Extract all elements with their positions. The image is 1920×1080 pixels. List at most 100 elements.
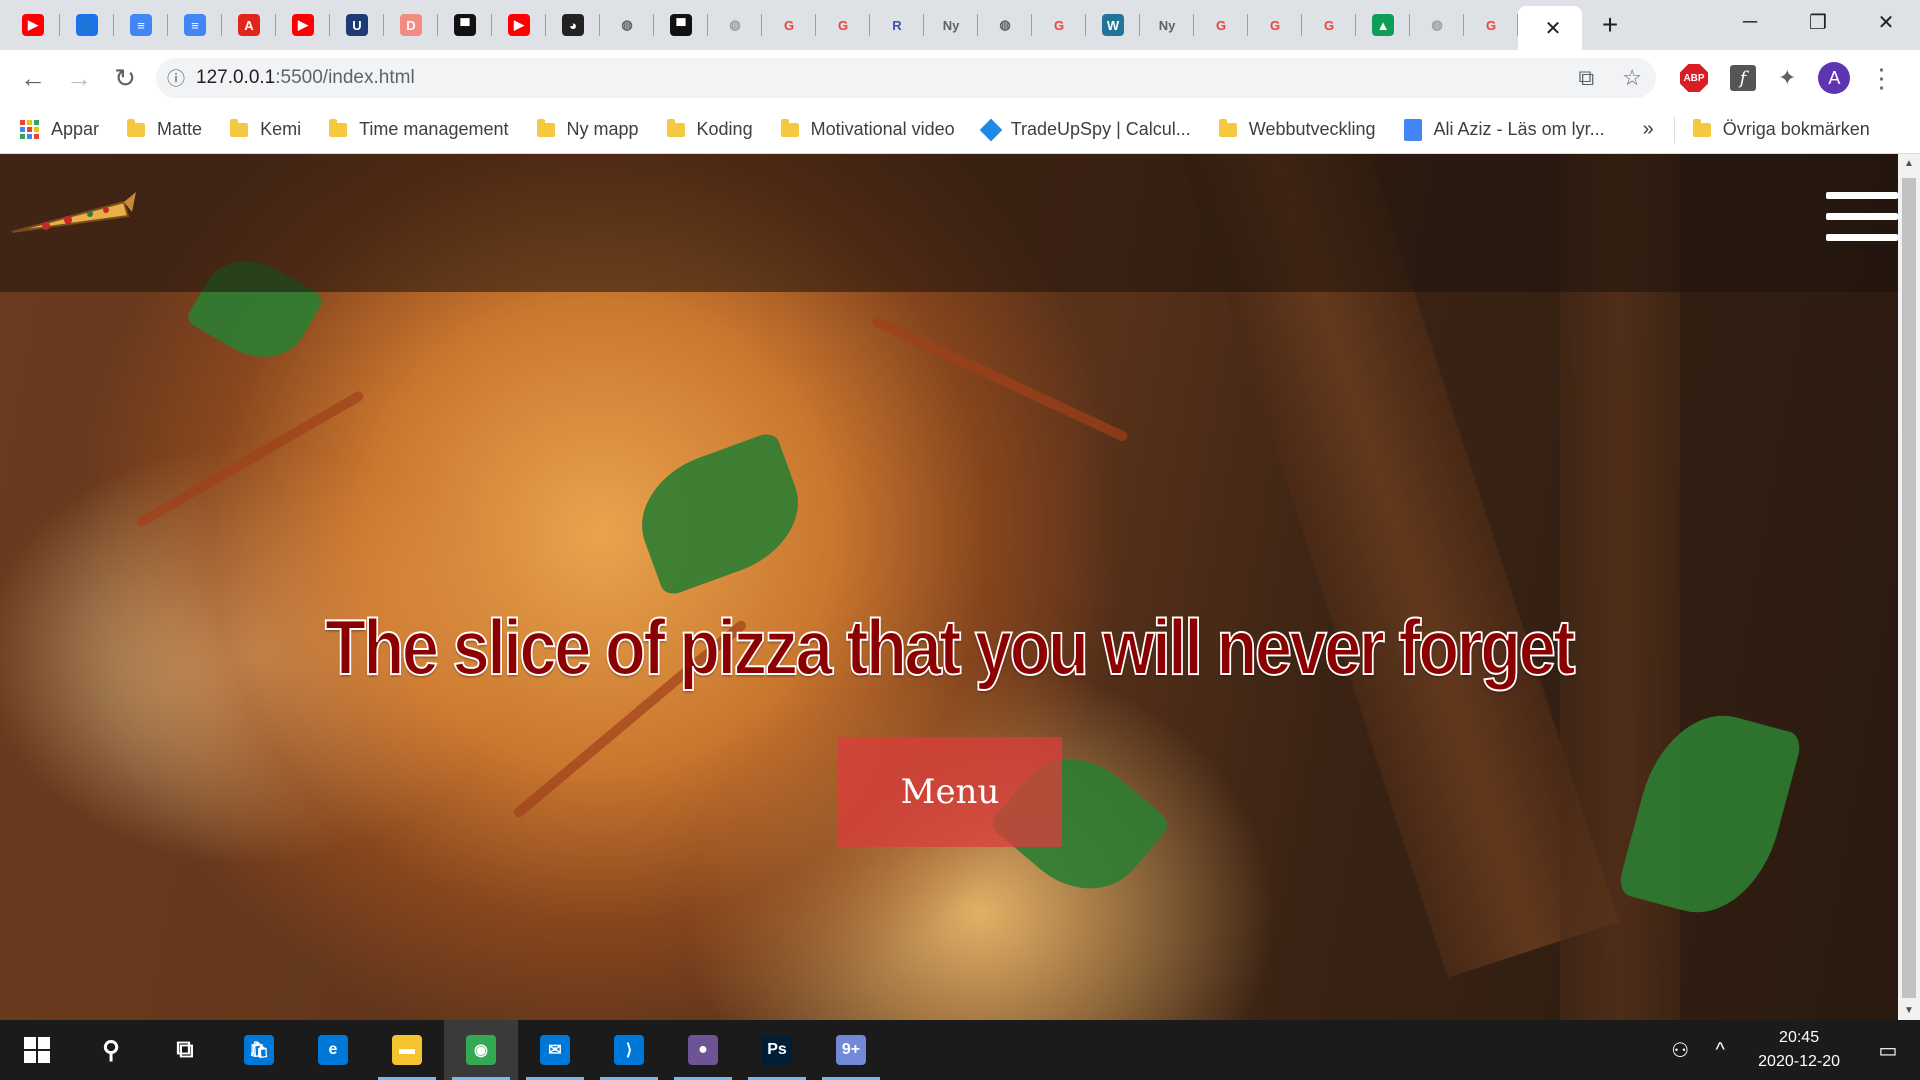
maximize-button[interactable]: ❐ bbox=[1784, 0, 1852, 44]
scroll-up-arrow[interactable]: ▲ bbox=[1898, 158, 1920, 169]
bookmark-item[interactable]: Ali Aziz - Läs om lyr... bbox=[1403, 118, 1605, 141]
browser-tab[interactable]: ◕ bbox=[546, 0, 600, 50]
reload-button[interactable]: ↻ bbox=[102, 55, 148, 101]
browser-tab[interactable]: ◍ bbox=[600, 0, 654, 50]
browser-tab[interactable]: Ny bbox=[1140, 0, 1194, 50]
bookmark-label: Kemi bbox=[260, 119, 302, 139]
profile-avatar[interactable]: A bbox=[1818, 62, 1851, 94]
scrollbar-thumb[interactable] bbox=[1902, 178, 1916, 998]
tab-strip: ▶ 👤 ≡ ≡ A ▶ U D ▀ ▶ ◕ ◍ ▀ ◍ G G R Ny ◍ G W Ny G G G ▲ ◍ G ✕ + ─ ❐ ✕ bbox=[0, 0, 1920, 50]
youtube-icon: ▶ bbox=[22, 14, 44, 36]
taskbar-button[interactable]: ⟩ bbox=[592, 1020, 666, 1080]
browser-tab[interactable]: G bbox=[1248, 0, 1302, 50]
bookmark-list: Appar Matte Kemi Time management Ny mapp Kodi… bbox=[20, 118, 1633, 141]
people-icon[interactable]: ⚇ bbox=[1660, 1038, 1700, 1063]
photoshop-icon: Ps bbox=[762, 1035, 792, 1065]
browser-tab[interactable]: ◍ bbox=[708, 0, 762, 50]
browser-tab[interactable]: G bbox=[1302, 0, 1356, 50]
browser-tab[interactable]: G bbox=[762, 0, 816, 50]
more-menu-icon[interactable]: ⋮ bbox=[1868, 63, 1894, 94]
browser-tab[interactable]: G bbox=[816, 0, 870, 50]
browser-tab[interactable]: G bbox=[1464, 0, 1518, 50]
browser-tab[interactable]: R bbox=[870, 0, 924, 50]
new-tab-button[interactable]: + bbox=[1588, 0, 1632, 50]
bookmark-item[interactable]: Matte bbox=[127, 118, 202, 140]
taskbar-button[interactable]: ◉ bbox=[444, 1020, 518, 1080]
docs-icon: ≡ bbox=[184, 14, 206, 36]
bookmarks-overflow-button[interactable]: » bbox=[1643, 118, 1654, 141]
start-button[interactable] bbox=[0, 1020, 74, 1080]
browser-tab[interactable]: ▶ bbox=[492, 0, 546, 50]
browser-tab[interactable]: Ny bbox=[924, 0, 978, 50]
browser-tab[interactable]: ▀ bbox=[438, 0, 492, 50]
browser-tab[interactable]: G bbox=[1194, 0, 1248, 50]
minimize-button[interactable]: ─ bbox=[1716, 0, 1784, 44]
bookmark-item[interactable]: TradeUpSpy | Calcul... bbox=[979, 118, 1191, 141]
taskbar-button[interactable]: ▬ bbox=[370, 1020, 444, 1080]
forward-button[interactable]: → bbox=[56, 55, 102, 101]
browser-tab[interactable]: ≡ bbox=[168, 0, 222, 50]
formula-extension-icon[interactable]: f bbox=[1730, 65, 1756, 91]
taskbar-button[interactable]: e bbox=[296, 1020, 370, 1080]
adblock-icon[interactable]: ABP bbox=[1680, 64, 1708, 92]
folder-icon bbox=[1218, 118, 1237, 137]
browser-tab[interactable]: G bbox=[1032, 0, 1086, 50]
tab-list: ▶ 👤 ≡ ≡ A ▶ U D ▀ ▶ ◕ ◍ ▀ ◍ G G R Ny ◍ G W Ny G G G ▲ ◍ G ✕ + bbox=[0, 0, 1632, 50]
taskbar-button[interactable]: 🛍 bbox=[222, 1020, 296, 1080]
bookmark-item[interactable]: Webbutveckling bbox=[1218, 118, 1376, 140]
edge-icon: e bbox=[318, 1035, 348, 1065]
close-tab-icon[interactable]: ✕ bbox=[1545, 16, 1562, 41]
folder-icon bbox=[329, 118, 348, 137]
pizza-slice-logo[interactable] bbox=[6, 182, 136, 238]
notifications-icon[interactable]: ▭ bbox=[1868, 1038, 1908, 1063]
taskbar-button[interactable]: Ps bbox=[740, 1020, 814, 1080]
bookmark-label: Appar bbox=[51, 119, 100, 139]
browser-tab-active[interactable]: ✕ bbox=[1518, 6, 1582, 50]
browser-tab[interactable]: A bbox=[222, 0, 276, 50]
taskbar-button[interactable]: ⚲ bbox=[74, 1020, 148, 1080]
close-window-button[interactable]: ✕ bbox=[1852, 0, 1920, 44]
page-scrollbar[interactable]: ▲ ▼ bbox=[1898, 154, 1920, 1020]
bookmark-other[interactable]: Övriga bokmärken bbox=[1692, 118, 1870, 140]
hamburger-menu-icon[interactable] bbox=[1826, 192, 1898, 241]
bookmarks-bar: Appar Matte Kemi Time management Ny mapp Kodi… bbox=[0, 106, 1920, 154]
browser-tab[interactable]: D bbox=[384, 0, 438, 50]
clock[interactable]: 20:45 2020-12-20 bbox=[1758, 1026, 1840, 1074]
bookmark-label: Övriga bokmärken bbox=[1722, 119, 1870, 139]
browser-tab[interactable]: 👤 bbox=[60, 0, 114, 50]
browser-tab[interactable]: ▲ bbox=[1356, 0, 1410, 50]
bookmark-item[interactable]: Kemi bbox=[230, 118, 302, 140]
menu-button[interactable]: Menu bbox=[838, 737, 1062, 847]
browser-tab[interactable]: ▶ bbox=[6, 0, 60, 50]
tray-expand-icon[interactable]: ^ bbox=[1700, 1039, 1740, 1062]
site-info-icon[interactable]: ⓘ bbox=[156, 65, 196, 91]
browser-tab[interactable]: ▀ bbox=[654, 0, 708, 50]
taskbar-button[interactable]: ⧉ bbox=[148, 1020, 222, 1080]
sauce-drizzle bbox=[134, 389, 366, 529]
browser-tab[interactable]: ◍ bbox=[978, 0, 1032, 50]
browser-tab[interactable]: W bbox=[1086, 0, 1140, 50]
browser-tab[interactable]: ≡ bbox=[114, 0, 168, 50]
bookmark-item[interactable]: Ny mapp bbox=[536, 118, 639, 140]
extensions-icon[interactable]: ✦ bbox=[1778, 65, 1796, 91]
system-tray: ⚇ ^ 20:45 2020-12-20 ▭ bbox=[1660, 1020, 1920, 1080]
browser-tab[interactable]: U bbox=[330, 0, 384, 50]
scroll-down-arrow[interactable]: ▼ bbox=[1898, 1005, 1920, 1016]
address-bar[interactable]: ⓘ 127.0.0.1:5500/index.html ⧉ ☆ bbox=[156, 58, 1656, 98]
bookmark-item[interactable]: Motivational video bbox=[780, 118, 955, 140]
bookmark-star-icon[interactable]: ☆ bbox=[1622, 65, 1642, 91]
contacts-icon: 👤 bbox=[76, 14, 98, 36]
taskbar-button[interactable]: 9+ bbox=[814, 1020, 888, 1080]
taskbar-button[interactable]: ✉ bbox=[518, 1020, 592, 1080]
translate-icon[interactable]: ⧉ bbox=[1579, 65, 1595, 91]
back-button[interactable]: ← bbox=[10, 55, 56, 101]
browser-tab[interactable]: ▶ bbox=[276, 0, 330, 50]
bookmark-item[interactable]: Time management bbox=[329, 118, 509, 140]
windows-taskbar: ⚲ ⧉ 🛍 e ▬ ◉ ✉ ⟩ ● Ps 9+ ⚇ ^ 20:45 2020-12-20 ▭ bbox=[0, 1020, 1920, 1080]
cilantro-leaf bbox=[624, 430, 816, 598]
reader-icon: D bbox=[400, 14, 422, 36]
taskbar-button[interactable]: ● bbox=[666, 1020, 740, 1080]
browser-tab[interactable]: ◍ bbox=[1410, 0, 1464, 50]
bookmark-item[interactable]: Koding bbox=[666, 118, 753, 140]
bookmark-item[interactable]: Appar bbox=[20, 119, 99, 140]
